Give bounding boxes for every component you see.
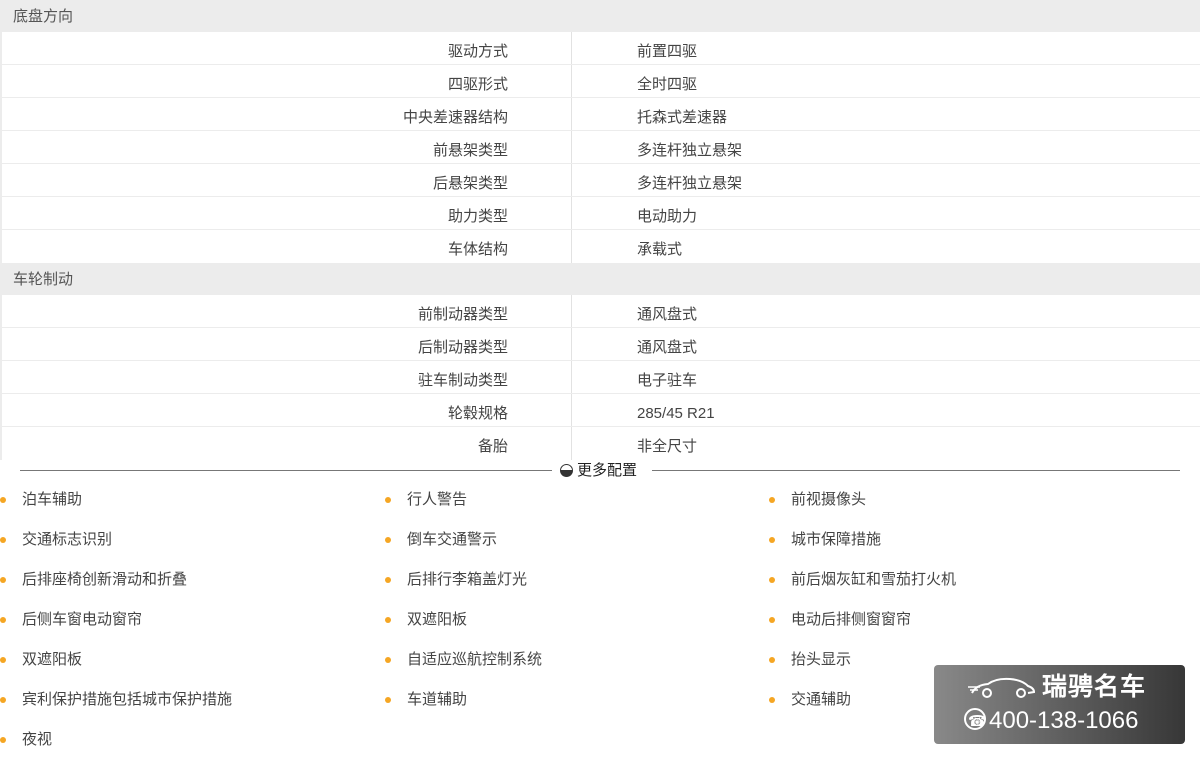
more-config-button[interactable]: 更多配置 [560, 462, 637, 480]
column-divider [571, 295, 572, 327]
bullet-icon [385, 697, 391, 703]
feature-label: 宾利保护措施包括城市保护措施 [22, 691, 233, 708]
feature-label: 城市保障措施 [791, 531, 882, 548]
feature-label: 倒车交通警示 [407, 531, 498, 548]
bullet-icon [0, 497, 6, 503]
more-config-bar: 更多配置 [20, 462, 1180, 480]
spec-row: 前制动器类型 通风盘式 [0, 295, 1200, 328]
column-divider [571, 98, 572, 130]
spec-row: 后悬架类型 多连杆独立悬架 [0, 164, 1200, 197]
column-divider [571, 230, 572, 263]
divider-line [20, 470, 552, 471]
feature-label: 抬头显示 [791, 651, 852, 668]
feature-label: 泊车辅助 [22, 491, 83, 508]
column-divider [571, 394, 572, 426]
section-header-chassis: 底盘方向 [0, 0, 1200, 32]
bullet-icon [769, 657, 775, 663]
spec-row: 备胎 非全尺寸 [0, 427, 1200, 460]
column-divider [571, 427, 572, 460]
feature-label: 后排座椅创新滑动和折叠 [22, 571, 188, 588]
spec-row: 驻车制动类型 电子驻车 [0, 361, 1200, 394]
bullet-icon [769, 497, 775, 503]
brand-name: 瑞骋名车 [1042, 673, 1147, 701]
bullet-icon [769, 697, 775, 703]
spec-row: 轮毂规格 285/45 R21 [0, 394, 1200, 427]
feature-label: 行人警告 [407, 491, 468, 508]
spec-value: 承载式 [637, 241, 683, 258]
car-icon [968, 677, 1036, 698]
feature-label: 自适应巡航控制系统 [407, 651, 543, 668]
feature-label: 后排行李箱盖灯光 [407, 571, 528, 588]
spec-row: 驱动方式 前置四驱 [0, 32, 1200, 65]
divider-line [652, 470, 1180, 471]
half-circle-icon [560, 464, 573, 477]
feature-label: 交通辅助 [791, 691, 852, 708]
column-divider [571, 197, 572, 229]
spec-label: 车体结构 [447, 241, 508, 258]
column-divider [571, 361, 572, 393]
column-divider [571, 32, 572, 64]
phone-icon [964, 706, 987, 738]
column-divider [571, 164, 572, 196]
bullet-icon [769, 577, 775, 583]
bullet-icon [769, 537, 775, 543]
spec-label: 备胎 [477, 438, 508, 455]
bullet-icon [0, 617, 6, 623]
feature-label: 电动后排侧窗窗帘 [791, 611, 912, 628]
bullet-icon [0, 577, 6, 583]
column-divider [571, 65, 572, 97]
bullet-icon [769, 617, 775, 623]
spec-row: 后制动器类型 通风盘式 [0, 328, 1200, 361]
bullet-icon [385, 497, 391, 503]
bullet-icon [385, 577, 391, 583]
bullet-icon [0, 737, 6, 743]
spec-row: 前悬架类型 多连杆独立悬架 [0, 131, 1200, 164]
phone-number: 400-138-1066 [989, 707, 1139, 734]
bullet-icon [385, 537, 391, 543]
brand-phone: 400-138-1066 [964, 705, 1139, 738]
feature-label: 夜视 [22, 731, 53, 748]
feature-label: 交通标志识别 [22, 531, 113, 548]
column-divider [571, 131, 572, 163]
spec-table: 底盘方向 驱动方式 前置四驱 四驱形式 全时四驱 中央差速器结构 托森式差速器 前悬架… [0, 0, 1200, 460]
feature-label: 前视摄像头 [791, 491, 867, 508]
spec-value: 非全尺寸 [637, 438, 698, 455]
bullet-icon [0, 697, 6, 703]
spec-row: 四驱形式 全时四驱 [0, 65, 1200, 98]
spec-row: 助力类型 电动助力 [0, 197, 1200, 230]
more-config-label: 更多配置 [577, 462, 638, 479]
spec-row: 中央差速器结构 托森式差速器 [0, 98, 1200, 131]
feature-label: 后侧车窗电动窗帘 [22, 611, 143, 628]
feature-label: 双遮阳板 [22, 651, 83, 668]
watermark-logo: 瑞骋名车 400-138-1066 [934, 665, 1185, 744]
feature-label: 车道辅助 [407, 691, 468, 708]
bullet-icon [385, 617, 391, 623]
bullet-icon [385, 657, 391, 663]
bullet-icon [0, 657, 6, 663]
spec-row: 车体结构 承载式 [0, 230, 1200, 263]
feature-label: 双遮阳板 [407, 611, 468, 628]
bullet-icon [0, 537, 6, 543]
feature-label: 前后烟灰缸和雪茄打火机 [791, 571, 957, 588]
column-divider [571, 328, 572, 360]
